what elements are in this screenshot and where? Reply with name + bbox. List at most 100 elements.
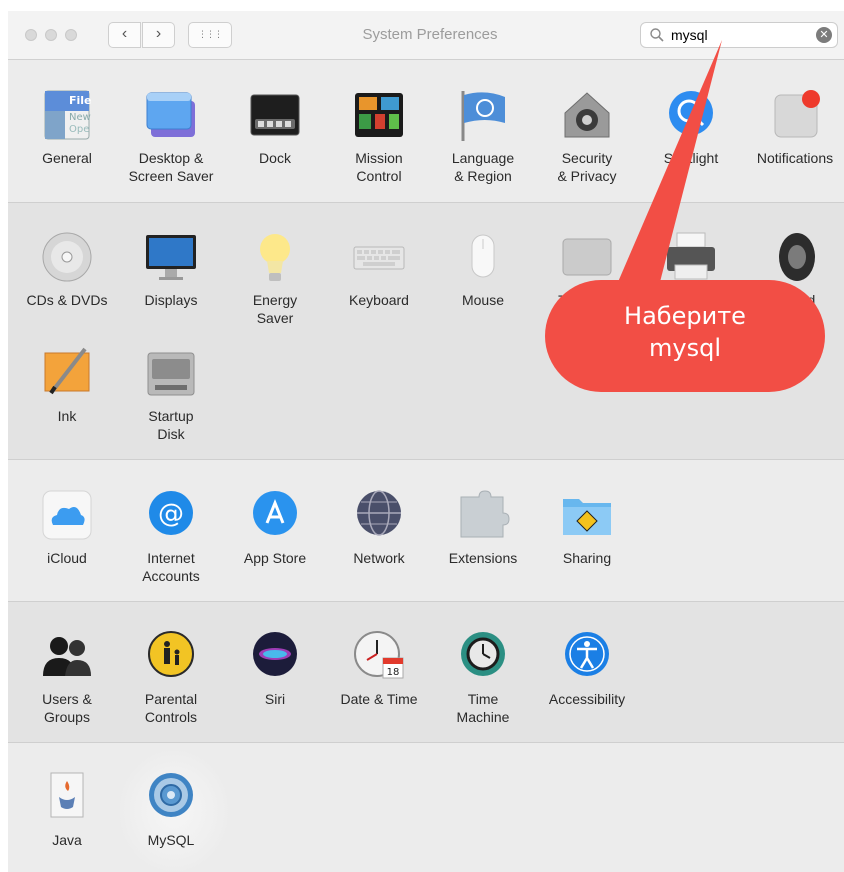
pane-label: Security & Privacy (557, 150, 617, 184)
pane-ink[interactable]: Ink (15, 345, 119, 425)
chevron-right-icon: › (155, 25, 162, 42)
pane-desktop[interactable]: Desktop & Screen Saver (119, 87, 223, 185)
parental-icon (143, 628, 199, 684)
pane-label: Spotlight (663, 150, 719, 166)
notifications-icon (767, 87, 823, 143)
pane-mission-control[interactable]: Mission Control (327, 87, 431, 185)
show-all-button[interactable]: ⋮⋮⋮ (188, 22, 232, 48)
speaker-icon (767, 229, 823, 285)
grid-icon: ⋮⋮⋮ (198, 29, 223, 39)
search-input[interactable]: mysql (671, 27, 708, 43)
pane-startup-disk[interactable]: Startup Disk (119, 345, 223, 443)
pane-cds-dvds[interactable]: CDs & DVDs (15, 229, 119, 309)
pane-label: Ink (57, 408, 77, 424)
trackpad-icon (559, 229, 615, 285)
pane-displays[interactable]: Displays (119, 229, 223, 309)
pane-label: Parental Controls (144, 691, 198, 725)
pane-label: General (42, 150, 92, 166)
mouse-icon (455, 229, 511, 285)
pane-label: Mouse (461, 292, 505, 308)
pane-label: Date & Time (340, 691, 418, 707)
puzzle-icon (455, 487, 511, 543)
svg-text:New: New (69, 112, 91, 123)
pane-label: Extensions (448, 550, 518, 566)
pane-security[interactable]: Security & Privacy (535, 87, 639, 185)
pane-accessibility[interactable]: Accessibility (535, 628, 639, 708)
search-icon (650, 28, 664, 42)
pane-icloud[interactable]: iCloud (15, 487, 119, 567)
pane-trackpad[interactable]: Trackpad (535, 229, 639, 309)
pane-label: Startup Disk (148, 408, 194, 442)
pane-sharing[interactable]: Sharing (535, 487, 639, 567)
back-button[interactable]: ‹ (108, 22, 141, 48)
java-icon (39, 769, 95, 825)
callout-text: Наберите mysql (560, 300, 810, 364)
pane-label: Dock (259, 150, 291, 166)
bulb-icon (247, 229, 303, 285)
pane-label: MySQL (147, 832, 195, 848)
pane-time-machine[interactable]: Time Machine (431, 628, 535, 726)
pane-keyboard[interactable]: Keyboard (327, 229, 431, 309)
pane-label: Network (353, 550, 405, 566)
close-window-button[interactable] (25, 29, 37, 41)
pane-internet-accounts[interactable]: @ Internet Accounts (119, 487, 223, 585)
chevron-left-icon: ‹ (121, 25, 128, 42)
svg-text:File: File (69, 94, 92, 107)
icloud-icon (39, 487, 95, 543)
pane-label: Java (52, 832, 82, 848)
search-field[interactable]: mysql ✕ (640, 22, 838, 48)
dock-icon (247, 87, 303, 143)
pane-label: Notifications (756, 150, 834, 166)
callout-line-1: Наберите (624, 302, 746, 330)
pane-label: App Store (243, 550, 307, 566)
cd-icon (39, 229, 95, 285)
pane-mouse[interactable]: Mouse (431, 229, 535, 309)
pane-label: Keyboard (349, 292, 409, 308)
pane-users[interactable]: Users & Groups (15, 628, 119, 726)
pane-label: Accessibility (548, 691, 626, 707)
users-icon (39, 628, 95, 684)
general-icon: File New Ope (39, 87, 95, 143)
pane-sound[interactable]: Sound (743, 229, 844, 309)
toolbar: ‹ › ⋮⋮⋮ System Preferences mysql ✕ (8, 11, 844, 60)
zoom-window-button[interactable] (65, 29, 77, 41)
pane-label: Internet Accounts (142, 550, 200, 584)
pane-java[interactable]: Java (15, 769, 119, 849)
pane-label: Displays (144, 292, 198, 308)
pane-energy-saver[interactable]: Energy Saver (223, 229, 327, 327)
forward-button[interactable]: › (142, 22, 175, 48)
clear-search-icon[interactable]: ✕ (816, 27, 832, 43)
pane-label: Desktop & Screen Saver (128, 150, 214, 184)
pane-network[interactable]: Network (327, 487, 431, 567)
pane-extensions[interactable]: Extensions (431, 487, 535, 567)
svg-text:18: 18 (387, 667, 400, 678)
pane-notifications[interactable]: Notifications (743, 87, 844, 167)
window-title: System Preferences (362, 26, 498, 43)
pane-parental-controls[interactable]: Parental Controls (119, 628, 223, 726)
pane-dock[interactable]: Dock (223, 87, 327, 167)
svg-text:@: @ (158, 499, 184, 529)
svg-text:Ope: Ope (69, 124, 89, 135)
system-preferences-window: ‹ › ⋮⋮⋮ System Preferences mysql ✕ File (8, 11, 844, 872)
printer-icon (663, 229, 719, 285)
disk-icon (143, 345, 199, 401)
pane-label: Mission Control (355, 150, 403, 184)
keyboard-icon (351, 229, 407, 285)
pane-label: Sharing (562, 550, 612, 566)
folder-icon (559, 487, 615, 543)
appstore-icon (247, 487, 303, 543)
pane-mysql[interactable]: MySQL (119, 769, 223, 849)
pane-label: Users & Groups (42, 691, 92, 725)
desktop-icon (143, 87, 199, 143)
pane-general[interactable]: File New Ope General (15, 87, 119, 167)
pane-spotlight[interactable]: Spotlight (639, 87, 743, 167)
pane-app-store[interactable]: App Store (223, 487, 327, 567)
pane-label: Siri (264, 691, 286, 707)
pane-label: iCloud (47, 550, 87, 566)
pane-language[interactable]: Language & Region (431, 87, 535, 185)
mission-control-icon (351, 87, 407, 143)
pane-date-time[interactable]: 18 Date & Time (327, 628, 431, 708)
pane-siri[interactable]: Siri (223, 628, 327, 708)
callout-line-2: mysql (649, 334, 721, 362)
minimize-window-button[interactable] (45, 29, 57, 41)
